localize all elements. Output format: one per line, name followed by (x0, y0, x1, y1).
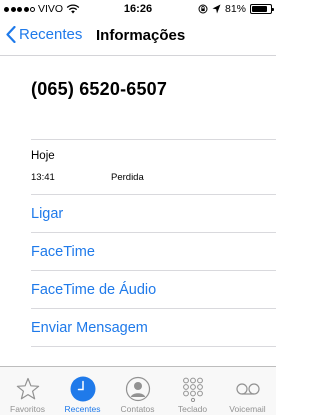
tab-teclado[interactable]: Teclado (165, 367, 220, 415)
battery-percent: 81% (224, 3, 246, 15)
status-bar: VIVO 16:26 81% (0, 0, 276, 18)
call-button[interactable]: Ligar (31, 206, 63, 222)
star-icon (16, 377, 39, 400)
battery-level (252, 6, 267, 12)
back-label: Recentes (19, 26, 83, 43)
back-button[interactable]: Recentes (6, 26, 82, 43)
tab-label: Voicemail (229, 404, 266, 414)
divider (31, 139, 276, 140)
page-title: Informações (96, 27, 186, 44)
divider (31, 232, 276, 233)
clock-icon (70, 376, 95, 402)
rotation-lock-icon (198, 4, 208, 14)
divider (31, 194, 276, 195)
recent-call-day: Hoje (31, 150, 55, 162)
tab-label: Teclado (177, 404, 208, 414)
chevron-left-icon (6, 26, 16, 43)
tab-label: Favoritos (10, 404, 45, 414)
contacts-icon (125, 376, 150, 402)
tab-label: Recentes (64, 404, 101, 414)
battery-icon (250, 4, 274, 14)
location-arrow-icon (212, 4, 221, 14)
facetime-audio-button[interactable]: FaceTime de Áudio (31, 282, 156, 298)
tab-recentes[interactable]: Recentes (55, 367, 110, 415)
send-message-button[interactable]: Enviar Mensagem (31, 320, 148, 336)
tab-label: Contatos (120, 404, 155, 414)
tab-voicemail[interactable]: Voicemail (220, 367, 275, 415)
recent-call-time: 13:41 (31, 172, 55, 183)
divider (31, 270, 276, 271)
tab-contatos[interactable]: Contatos (110, 367, 165, 415)
phone-number: (065) 6520-6507 (31, 79, 168, 99)
keypad-icon (182, 377, 203, 402)
voicemail-icon (235, 383, 260, 395)
divider (31, 346, 276, 347)
divider (31, 308, 276, 309)
facetime-button[interactable]: FaceTime (31, 244, 95, 260)
status-right: 81% (198, 3, 274, 15)
tab-favoritos[interactable]: Favoritos (0, 367, 55, 415)
tab-bar: Favoritos Recentes Contatos Teclado Voic… (0, 366, 276, 415)
recent-call-status: Perdida (111, 172, 144, 183)
navigation-bar: Recentes Informações (0, 18, 276, 56)
